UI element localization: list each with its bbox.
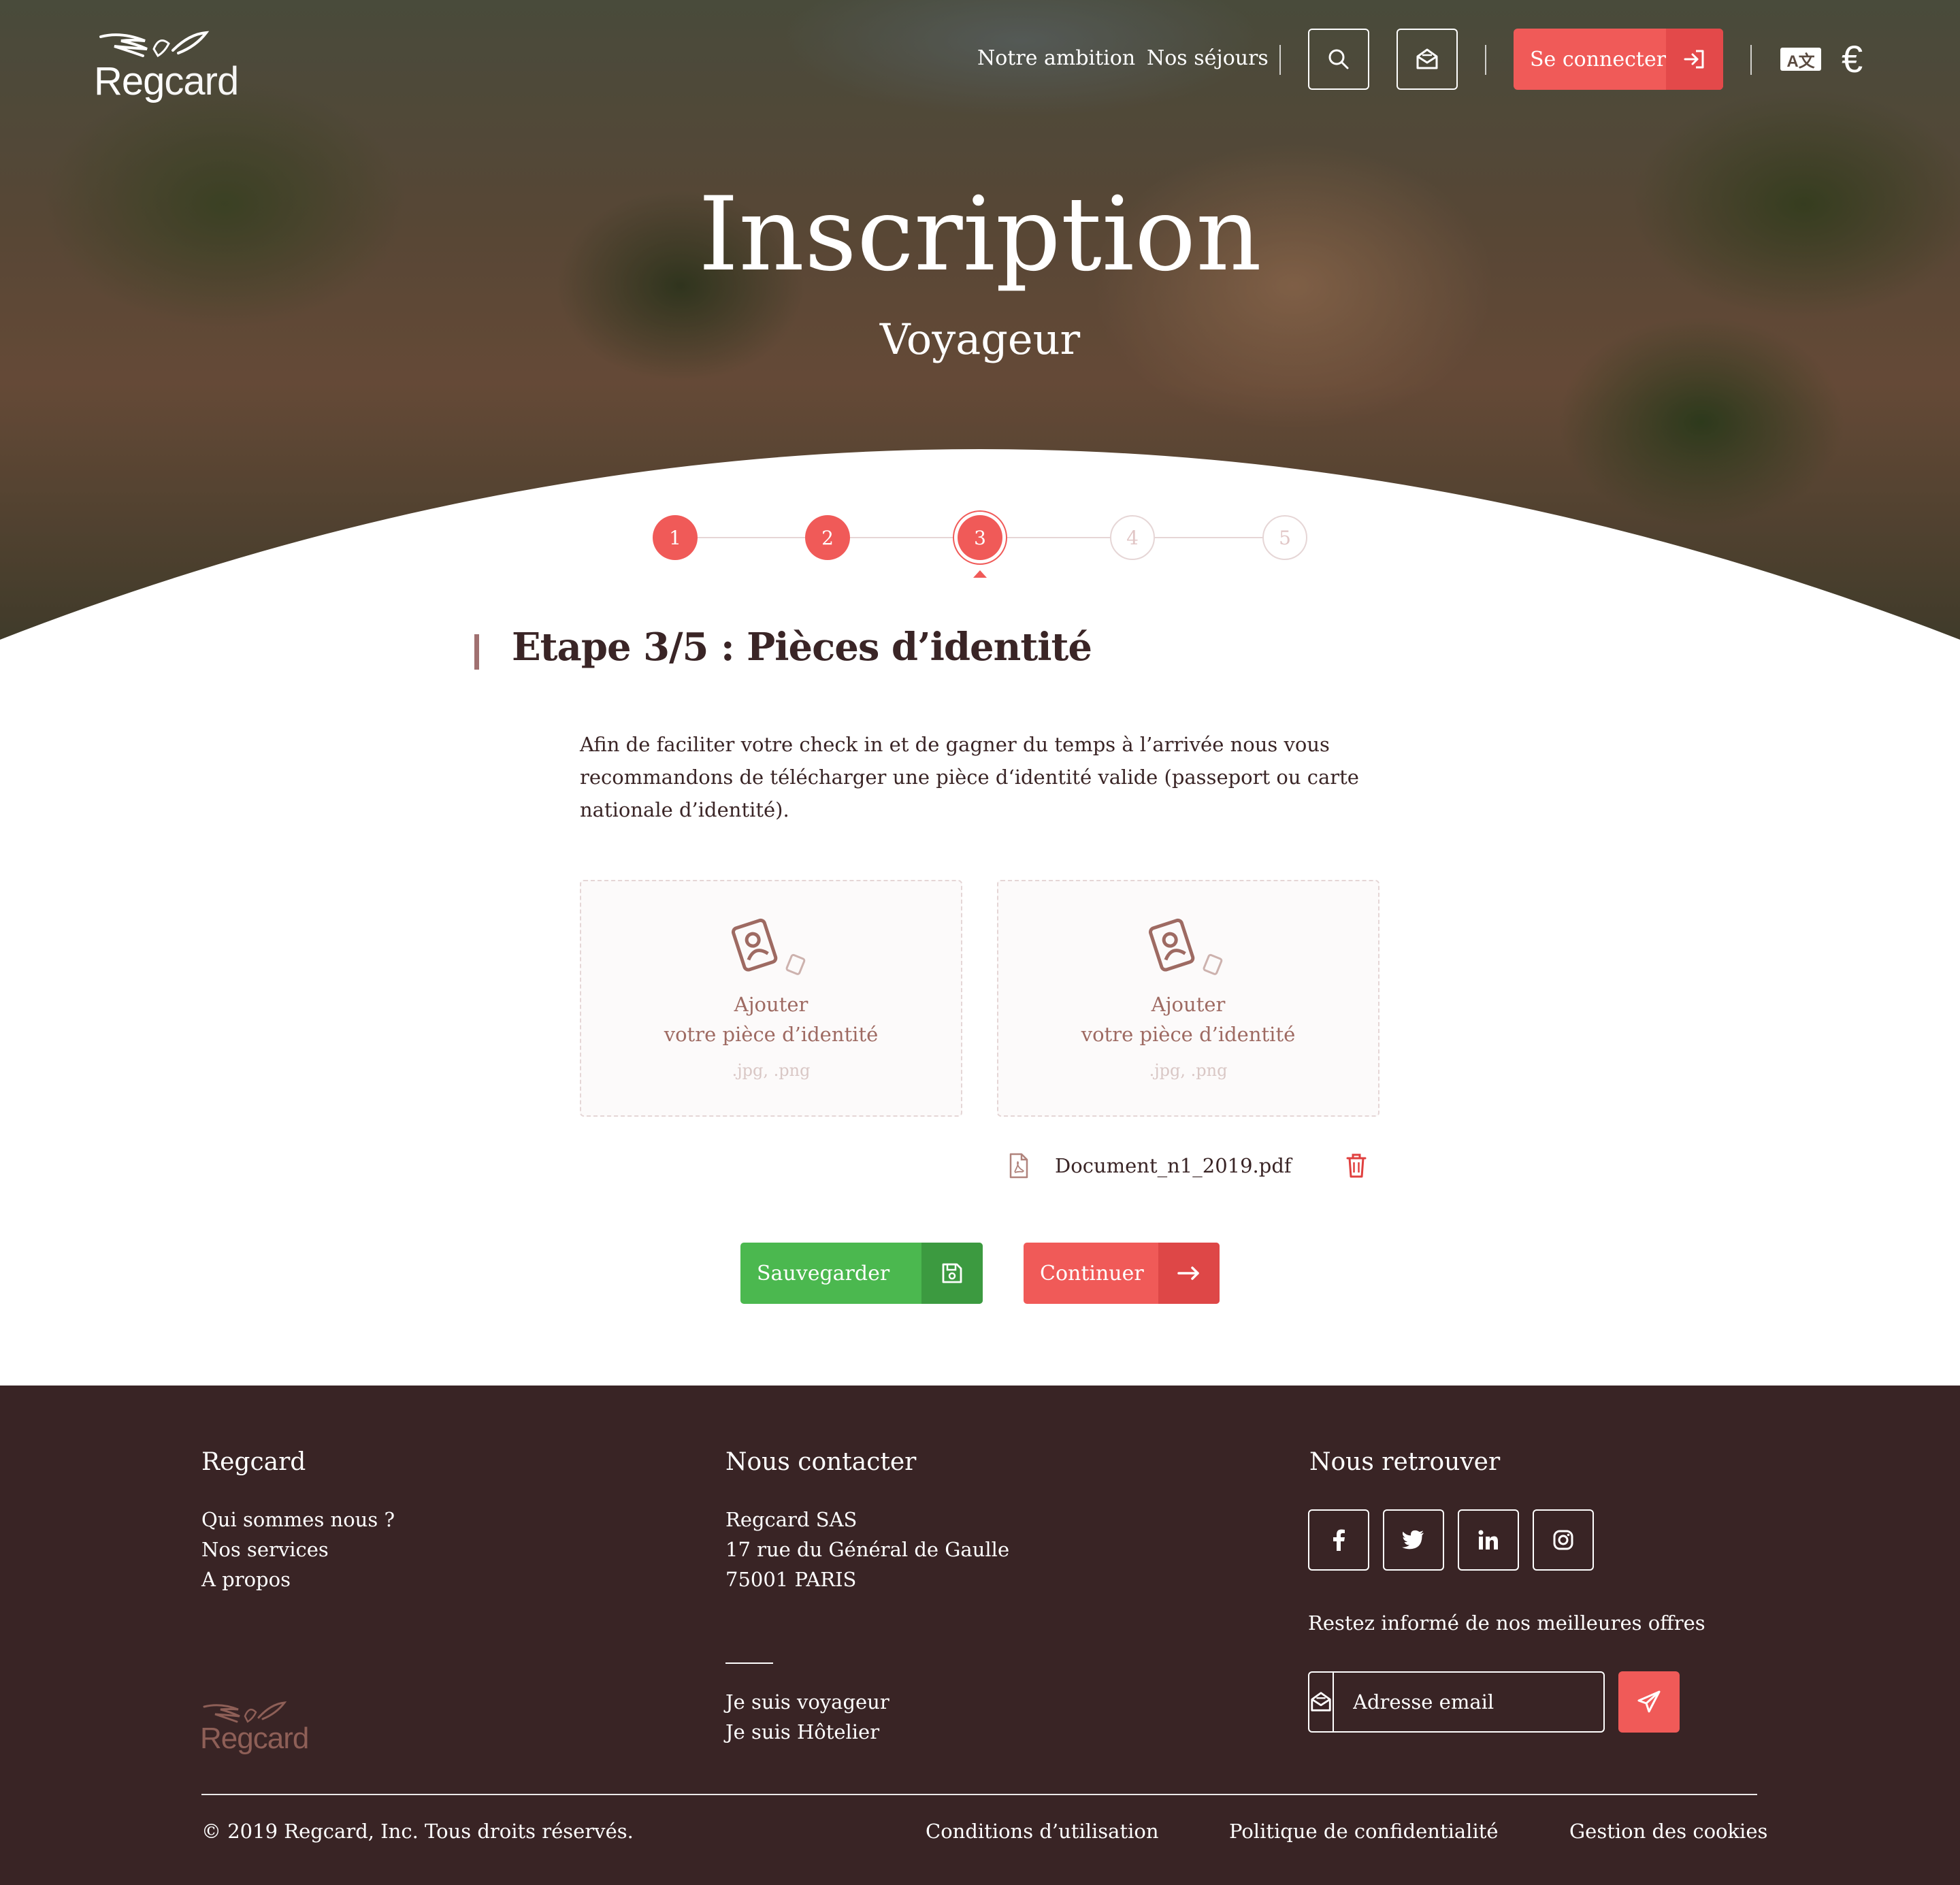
search-button[interactable] (1308, 29, 1369, 90)
footer-logo[interactable]: Regcard (200, 1700, 316, 1775)
nav-separator (1485, 45, 1486, 75)
step-2[interactable]: 2 (805, 515, 850, 560)
step-5: 5 (1262, 515, 1307, 560)
newsletter-email-input[interactable] (1334, 1673, 1605, 1731)
step-1[interactable]: 1 (653, 515, 698, 560)
instagram-button[interactable] (1533, 1509, 1594, 1571)
id-dropzone-1[interactable]: Ajouter votre pièce d’identité .jpg, .pn… (580, 880, 962, 1117)
page-subtitle: Voyageur (879, 314, 1081, 364)
nav-separator (1750, 45, 1752, 75)
newsletter-text: Restez informé de nos meilleures offres (1308, 1611, 1705, 1635)
newsletter-submit-button[interactable] (1618, 1671, 1680, 1733)
intro-text: Afin de faciliter votre check in et de g… (580, 733, 1359, 821)
instagram-icon (1553, 1530, 1573, 1550)
current-step-indicator (973, 570, 987, 578)
mail-open-icon (1416, 48, 1438, 69)
footer-link-nos-services[interactable]: Nos services (201, 1538, 329, 1561)
currency-euro-icon[interactable]: € (1842, 37, 1863, 81)
footer-link-qui-sommes-nous[interactable]: Qui sommes nous ? (201, 1508, 395, 1531)
footer-title-contact: Nous contacter (725, 1448, 917, 1476)
newsletter-field (1308, 1671, 1605, 1733)
footer-link-cookies[interactable]: Gestion des cookies (1569, 1820, 1767, 1843)
login-button[interactable]: Se connecter (1514, 29, 1723, 90)
dropzone-label: Ajouter (1151, 993, 1226, 1016)
footer-divider-short (725, 1662, 773, 1664)
id-card-upload-icon (1148, 918, 1223, 975)
footer-title-regcard: Regcard (201, 1448, 306, 1476)
linkedin-button[interactable] (1458, 1509, 1519, 1571)
continue-button[interactable]: Continuer (1024, 1243, 1220, 1304)
footer-link-a-propos[interactable]: A propos (201, 1568, 291, 1591)
trash-icon[interactable] (1345, 1153, 1367, 1179)
footer-link-hotelier[interactable]: Je suis Hôtelier (725, 1720, 879, 1743)
copyright: © 2019 Regcard, Inc. Tous droits réservé… (201, 1820, 634, 1843)
login-label: Se connecter (1530, 47, 1667, 71)
pdf-file-icon (1009, 1153, 1028, 1179)
footer-logo-text: Regcard (200, 1722, 309, 1755)
dropzone-label: votre pièce d’identité (1081, 1023, 1296, 1046)
nav-separator (1279, 45, 1281, 75)
uploaded-file-name: Document_n1_2019.pdf (1055, 1154, 1292, 1177)
footer-title-socials: Nous retrouver (1309, 1448, 1501, 1476)
footer: Regcard Qui sommes nous ? Nos services A… (0, 1386, 1960, 1885)
id-card-upload-icon (731, 918, 806, 975)
mail-button[interactable] (1396, 29, 1458, 90)
paper-plane-icon (1637, 1690, 1661, 1713)
twitter-icon (1402, 1530, 1424, 1550)
title-accent-bar (474, 634, 479, 670)
footer-link-voyageur[interactable]: Je suis voyageur (725, 1690, 889, 1714)
nav-notre-ambition[interactable]: Notre ambition (977, 46, 1135, 70)
language-icon[interactable]: A文 (1780, 48, 1821, 71)
nav-nos-sejours[interactable]: Nos séjours (1147, 46, 1269, 70)
dropzone-label: Ajouter (734, 993, 808, 1016)
page-title: Inscription (698, 176, 1262, 294)
floppy-disk-icon (942, 1263, 962, 1283)
dropzone-formats: .jpg, .png (1149, 1061, 1228, 1080)
footer-address-line: 17 rue du Général de Gaulle (725, 1538, 1010, 1561)
id-dropzone-2[interactable]: Ajouter votre pièce d’identité .jpg, .pn… (997, 880, 1379, 1117)
search-icon (1328, 49, 1349, 69)
mail-open-icon (1311, 1692, 1331, 1711)
footer-link-conditions[interactable]: Conditions d’utilisation (926, 1820, 1159, 1843)
regcard-logo[interactable]: Regcard (94, 29, 244, 103)
footer-address-line: Regcard SAS (725, 1508, 858, 1531)
logo-text: Regcard (94, 59, 239, 103)
facebook-button[interactable] (1308, 1509, 1369, 1571)
linkedin-icon (1478, 1530, 1498, 1550)
dropzone-label: votre pièce d’identité (664, 1023, 879, 1046)
twitter-button[interactable] (1383, 1509, 1444, 1571)
save-label: Sauvegarder (757, 1261, 890, 1285)
step-3-current[interactable]: 3 (958, 515, 1002, 560)
footer-address-line: 75001 PARIS (725, 1568, 857, 1591)
step-title: Etape 3/5 : Pièces d’identité (512, 625, 1092, 670)
footer-divider (201, 1794, 1757, 1795)
continue-label: Continuer (1040, 1261, 1144, 1285)
footer-link-privacy[interactable]: Politique de confidentialité (1229, 1820, 1499, 1843)
arrow-right-icon (1177, 1266, 1199, 1280)
facebook-icon (1333, 1529, 1345, 1551)
sign-in-icon (1684, 50, 1704, 69)
logo-bird-icon (99, 31, 210, 58)
save-button[interactable]: Sauvegarder (740, 1243, 983, 1304)
dropzone-formats: .jpg, .png (732, 1061, 811, 1080)
step-4: 4 (1110, 515, 1155, 560)
uploaded-file-row: Document_n1_2019.pdf (1009, 1149, 1372, 1184)
